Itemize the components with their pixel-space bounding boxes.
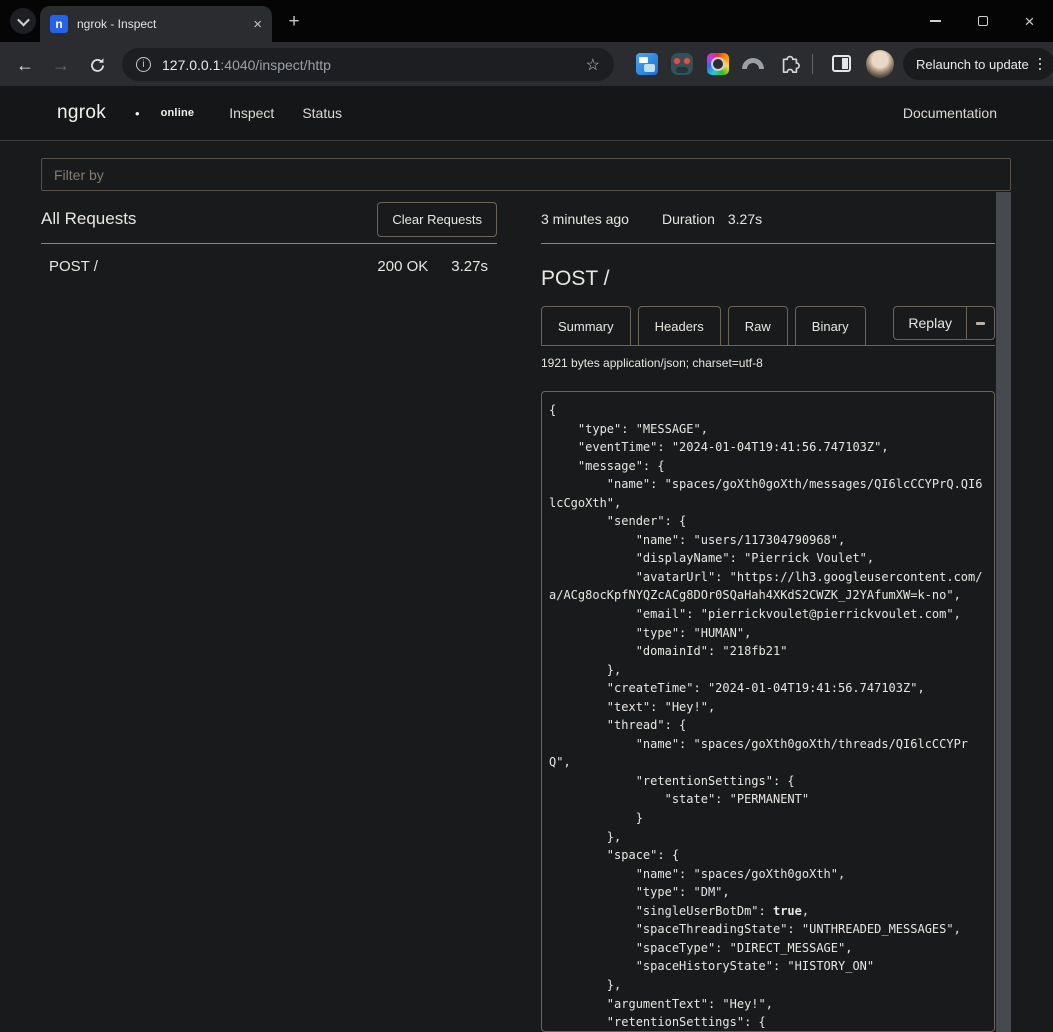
- left-divider: [41, 243, 497, 244]
- replay-button[interactable]: Replay: [894, 307, 967, 339]
- site-info-icon[interactable]: i: [136, 57, 151, 72]
- tab-binary[interactable]: Binary: [795, 306, 866, 346]
- ngrok-header: ngrok • online Inspect Status Documentat…: [0, 86, 1053, 141]
- request-status: 200 OK: [377, 258, 428, 275]
- detail-panel-header: 3 minutes ago Duration 3.27s: [541, 199, 995, 239]
- maximize-button[interactable]: [959, 0, 1006, 42]
- new-tab-button[interactable]: +: [282, 10, 306, 34]
- tab-raw[interactable]: Raw: [728, 306, 788, 346]
- request-duration: 3.27s: [451, 258, 488, 275]
- request-body-json: { "type": "MESSAGE", "eventTime": "2024-…: [549, 401, 987, 1032]
- replay-dropdown-button[interactable]: [967, 307, 994, 339]
- all-requests-title: All Requests: [41, 209, 136, 229]
- ngrok-favicon-icon: n: [50, 15, 68, 33]
- minimize-icon: [930, 20, 941, 22]
- tab-strip: n ngrok - Inspect × + ×: [0, 0, 1053, 42]
- tab-headers[interactable]: Headers: [638, 306, 721, 346]
- tab-title: ngrok - Inspect: [77, 17, 156, 31]
- chevron-down-icon: [17, 13, 30, 26]
- relaunch-to-update-button[interactable]: Relaunch to update: [903, 48, 1053, 80]
- tab-close-icon[interactable]: ×: [253, 17, 262, 32]
- nav-documentation-link[interactable]: Documentation: [903, 105, 997, 121]
- request-list-item[interactable]: POST / 200 OK 3.27s: [41, 251, 497, 281]
- extension-monkey-icon[interactable]: [671, 53, 693, 75]
- url-path: :4040/inspect/http: [220, 57, 331, 73]
- tab-summary[interactable]: Summary: [541, 306, 631, 346]
- url-text: 127.0.0.1:4040/inspect/http: [162, 57, 331, 73]
- browser-tab[interactable]: n ngrok - Inspect ×: [40, 6, 272, 42]
- reload-icon: [89, 57, 106, 74]
- request-body-container: { "type": "MESSAGE", "eventTime": "2024-…: [541, 391, 995, 1032]
- browser-window: n ngrok - Inspect × + × ← → i 127.0.0.1:…: [0, 0, 1053, 1032]
- forward-button[interactable]: →: [48, 52, 74, 78]
- reload-button[interactable]: [84, 52, 110, 78]
- request-method-path: POST /: [41, 258, 98, 275]
- extensions-puzzle-icon[interactable]: [779, 52, 801, 74]
- body-meta-text: 1921 bytes application/json; charset=utf…: [541, 356, 763, 370]
- extension-lens-icon[interactable]: [707, 53, 729, 75]
- status-online-badge: online: [161, 107, 195, 119]
- requests-panel-header: All Requests Clear Requests: [41, 199, 497, 239]
- toolbar-divider: [812, 54, 813, 74]
- maximize-icon: [978, 16, 988, 26]
- side-panel-icon[interactable]: [832, 55, 851, 72]
- minimize-button[interactable]: [912, 0, 959, 42]
- close-button[interactable]: ×: [1006, 0, 1053, 42]
- ngrok-logo[interactable]: ngrok: [57, 102, 106, 124]
- replay-caret-icon: [976, 322, 985, 325]
- address-bar[interactable]: i 127.0.0.1:4040/inspect/http ☆: [122, 48, 614, 81]
- close-icon: ×: [1025, 13, 1035, 30]
- back-button[interactable]: ←: [12, 52, 38, 78]
- url-host: 127.0.0.1: [162, 57, 220, 73]
- profile-avatar[interactable]: [866, 50, 894, 78]
- status-dot-icon: •: [135, 106, 140, 121]
- detail-tabs: Summary Headers Raw Binary Replay: [541, 306, 995, 346]
- browser-menu-icon[interactable]: [1039, 58, 1042, 71]
- extension-window-icon[interactable]: [636, 53, 658, 75]
- clear-requests-button[interactable]: Clear Requests: [377, 202, 497, 237]
- replay-split-button: Replay: [893, 306, 995, 340]
- request-title: POST /: [541, 267, 609, 291]
- vertical-scrollbar[interactable]: [996, 192, 1011, 1032]
- window-controls: ×: [912, 0, 1053, 42]
- nav-inspect-link[interactable]: Inspect: [229, 105, 274, 121]
- filter-input[interactable]: [41, 158, 1011, 191]
- duration-value: 3.27s: [728, 211, 762, 227]
- tab-search-button[interactable]: [10, 8, 36, 34]
- right-divider: [541, 243, 995, 244]
- bookmark-star-icon[interactable]: ☆: [586, 55, 600, 75]
- request-time-ago: 3 minutes ago: [541, 211, 629, 227]
- duration-label: Duration: [662, 211, 715, 227]
- nav-status-link[interactable]: Status: [302, 105, 342, 121]
- relaunch-label: Relaunch to update: [916, 57, 1029, 72]
